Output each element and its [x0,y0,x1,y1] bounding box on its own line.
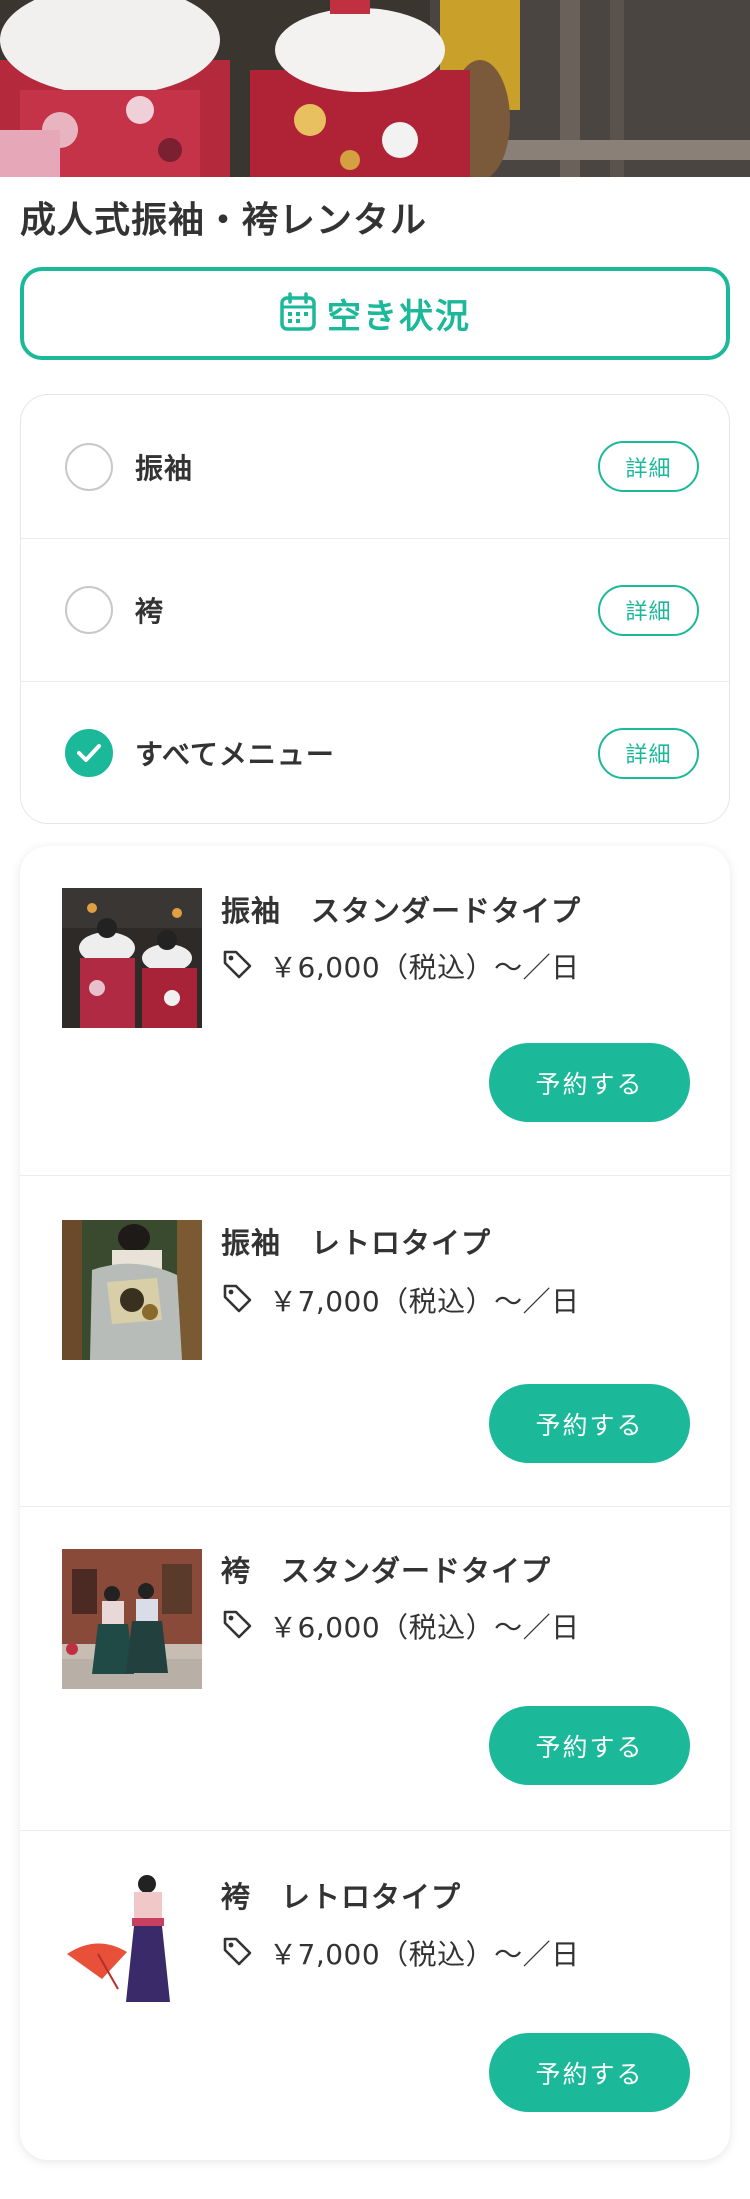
filter-row-furisode[interactable]: 振袖 詳細 [21,395,729,538]
filter-row-all-menu[interactable]: すべてメニュー 詳細 [21,681,729,823]
furisode-standard-photo [62,888,202,1028]
page: 成人式振袖・袴レンタル 空き状況 振袖 詳細 袴 詳細 すべてメニュー 詳細 振… [0,0,750,2199]
price-tag-icon [221,1608,253,1644]
availability-button[interactable]: 空き状況 [20,267,730,360]
hakama-retro-photo [62,1874,202,2014]
product-item: 袴 スタンダードタイプ ￥6,000（税込）〜／日 予約する [20,1506,730,1830]
product-item: 振袖 レトロタイプ ￥7,000（税込）〜／日 予約する [20,1175,730,1506]
filter-label: すべてメニュー [135,738,335,771]
product-name: 袴 スタンダードタイプ [221,1554,552,1588]
price-tag-icon [221,1282,253,1318]
reserve-button[interactable]: 予約する [489,1384,690,1463]
product-item: 振袖 スタンダードタイプ ￥6,000（税込）〜／日 予約する [20,846,730,1175]
product-price: ￥6,000（税込）〜／日 [269,951,580,984]
product-price: ￥7,000（税込）〜／日 [269,1938,580,1971]
price-tag-icon [221,948,253,984]
hero-image [0,0,750,177]
availability-button-label: 空き状況 [327,297,471,337]
hakama-standard-photo [62,1549,202,1689]
page-title: 成人式振袖・袴レンタル [20,200,428,241]
radio-furisode[interactable] [65,442,113,491]
reserve-button[interactable]: 予約する [489,1043,690,1122]
category-filter-list: 振袖 詳細 袴 詳細 すべてメニュー 詳細 [20,394,730,824]
furisode-retro-photo [62,1220,202,1360]
product-item: 袴 レトロタイプ ￥7,000（税込）〜／日 予約する [20,1830,730,2160]
product-name: 振袖 スタンダードタイプ [221,894,582,928]
product-price: ￥7,000（税込）〜／日 [269,1285,580,1318]
filter-label: 振袖 [135,451,194,485]
filter-row-hakama[interactable]: 袴 詳細 [21,538,729,681]
product-price: ￥6,000（税込）〜／日 [269,1611,580,1644]
price-row: ￥6,000（税込）〜／日 [221,1606,580,1646]
reserve-button[interactable]: 予約する [489,2033,690,2112]
radio-all-menu[interactable] [65,729,113,777]
price-row: ￥6,000（税込）〜／日 [221,946,580,986]
product-name: 振袖 レトロタイプ [221,1226,492,1260]
radio-hakama[interactable] [65,586,113,634]
detail-button[interactable]: 詳細 [598,441,699,492]
detail-button[interactable]: 詳細 [598,727,699,779]
calendar-icon [279,291,317,336]
detail-button[interactable]: 詳細 [598,584,699,636]
price-row: ￥7,000（税込）〜／日 [221,1933,580,1973]
price-row: ￥7,000（税込）〜／日 [221,1280,580,1320]
reserve-button[interactable]: 予約する [489,1706,690,1785]
filter-label: 袴 [135,595,165,628]
product-list: 振袖 スタンダードタイプ ￥6,000（税込）〜／日 予約する 振袖 レトロタイ… [20,846,730,2160]
product-name: 袴 レトロタイプ [221,1880,462,1914]
price-tag-icon [221,1935,253,1971]
checkmark-icon [77,744,101,762]
